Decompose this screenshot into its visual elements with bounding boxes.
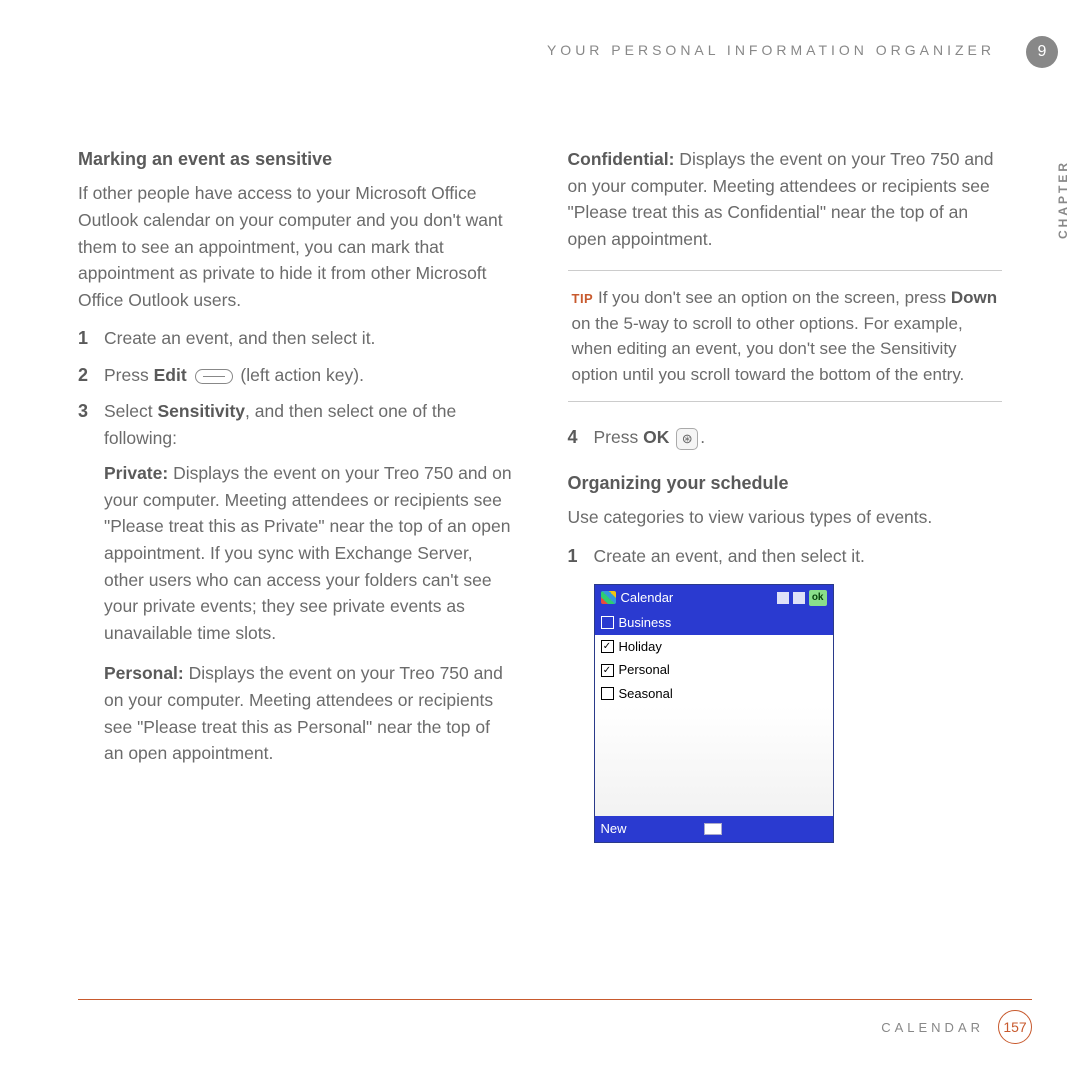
titlebar-left: Calendar bbox=[601, 588, 674, 608]
left-column: Marking an event as sensitive If other p… bbox=[78, 146, 513, 843]
tip-box: TIP If you don't see an option on the sc… bbox=[568, 270, 1003, 402]
footer-section-label: CALENDAR bbox=[881, 1020, 984, 1035]
step-text: Press Edit (left action key). bbox=[104, 362, 513, 389]
titlebar-icons: ok bbox=[777, 590, 827, 605]
category-row-business[interactable]: Business bbox=[595, 611, 833, 635]
private-label: Private: bbox=[104, 463, 168, 483]
battery-icon bbox=[793, 592, 805, 604]
edit-bold: Edit bbox=[154, 365, 187, 385]
running-head: YOUR PERSONAL INFORMATION ORGANIZER bbox=[547, 42, 995, 58]
page-footer: CALENDAR 157 bbox=[78, 999, 1032, 1044]
section-title-organizing: Organizing your schedule bbox=[568, 470, 1003, 497]
categories-list: Business ✓ Holiday ✓ Personal Seasonal bbox=[595, 611, 833, 816]
checkbox-icon[interactable] bbox=[601, 687, 614, 700]
screenshot-titlebar: Calendar ok bbox=[595, 585, 833, 611]
step-text: Select Sensitivity, and then select one … bbox=[104, 398, 513, 451]
step-number: 4 bbox=[568, 424, 594, 451]
organizing-intro: Use categories to view various types of … bbox=[568, 504, 1003, 531]
personal-label: Personal: bbox=[104, 663, 184, 683]
new-softkey[interactable]: New bbox=[601, 819, 627, 839]
private-block: Private: Displays the event on your Treo… bbox=[104, 460, 513, 646]
section-title-sensitive: Marking an event as sensitive bbox=[78, 146, 513, 173]
keyboard-icon[interactable] bbox=[704, 823, 722, 835]
checkbox-icon[interactable] bbox=[601, 616, 614, 629]
right-column: Confidential: Displays the event on your… bbox=[568, 146, 1003, 843]
intro-paragraph: If other people have access to your Micr… bbox=[78, 180, 513, 313]
page-number-badge: 157 bbox=[998, 1010, 1032, 1044]
chapter-number-badge: 9 bbox=[1026, 36, 1058, 68]
step-number: 1 bbox=[78, 325, 104, 352]
ok-bold: OK bbox=[643, 427, 669, 447]
personal-block: Personal: Displays the event on your Tre… bbox=[104, 660, 513, 766]
tip-text-a: If you don't see an option on the screen… bbox=[598, 288, 951, 307]
step-1: 1 Create an event, and then select it. bbox=[78, 325, 513, 352]
category-label: Seasonal bbox=[619, 684, 673, 704]
step-text-b: (left action key). bbox=[240, 365, 364, 385]
step4-text-b: . bbox=[700, 427, 705, 447]
chapter-side-label: CHAPTER bbox=[1056, 160, 1070, 239]
screenshot-footer: New bbox=[595, 816, 833, 842]
tip-text-b: on the 5-way to scroll to other options.… bbox=[572, 314, 965, 384]
category-label: Business bbox=[619, 613, 672, 633]
category-row-personal[interactable]: ✓ Personal bbox=[595, 658, 833, 682]
signal-icon bbox=[777, 592, 789, 604]
ok-key-icon bbox=[676, 428, 698, 450]
category-label: Personal bbox=[619, 660, 670, 680]
ok-button-screenshot[interactable]: ok bbox=[809, 590, 827, 605]
main-content: Marking an event as sensitive If other p… bbox=[78, 146, 1002, 843]
windows-flag-icon bbox=[601, 591, 616, 604]
step-text: Press OK . bbox=[594, 424, 1003, 451]
org-steps: 1 Create an event, and then select it. bbox=[568, 543, 1003, 570]
category-row-holiday[interactable]: ✓ Holiday bbox=[595, 635, 833, 659]
confidential-label: Confidential: bbox=[568, 149, 675, 169]
tip-label: TIP bbox=[572, 291, 594, 306]
confidential-block: Confidential: Displays the event on your… bbox=[568, 146, 1003, 252]
step-2: 2 Press Edit (left action key). bbox=[78, 362, 513, 389]
steps-list: 1 Create an event, and then select it. 2… bbox=[78, 325, 513, 451]
calendar-categories-screenshot: Calendar ok Business ✓ Holiday bbox=[594, 584, 834, 843]
step-4: 4 Press OK . bbox=[568, 424, 1003, 451]
private-text: Displays the event on your Treo 750 and … bbox=[104, 463, 512, 643]
category-label: Holiday bbox=[619, 637, 662, 657]
org-step-1: 1 Create an event, and then select it. bbox=[568, 543, 1003, 570]
step-text-a: Press bbox=[104, 365, 154, 385]
step-number: 3 bbox=[78, 398, 104, 425]
tip-bold-down: Down bbox=[951, 288, 997, 307]
step-number: 1 bbox=[568, 543, 594, 570]
checkbox-icon[interactable]: ✓ bbox=[601, 640, 614, 653]
step-text-a: Select bbox=[104, 401, 158, 421]
step-text: Create an event, and then select it. bbox=[594, 543, 1003, 570]
step4-text-a: Press bbox=[594, 427, 644, 447]
step-3: 3 Select Sensitivity, and then select on… bbox=[78, 398, 513, 451]
screenshot-empty-area bbox=[595, 706, 833, 816]
step-text: Create an event, and then select it. bbox=[104, 325, 513, 352]
sensitivity-bold: Sensitivity bbox=[158, 401, 246, 421]
step4-list: 4 Press OK . bbox=[568, 424, 1003, 451]
checkbox-icon[interactable]: ✓ bbox=[601, 664, 614, 677]
category-row-seasonal[interactable]: Seasonal bbox=[595, 682, 833, 706]
step-number: 2 bbox=[78, 362, 104, 389]
screenshot-title: Calendar bbox=[621, 588, 674, 608]
action-key-icon bbox=[195, 369, 233, 384]
